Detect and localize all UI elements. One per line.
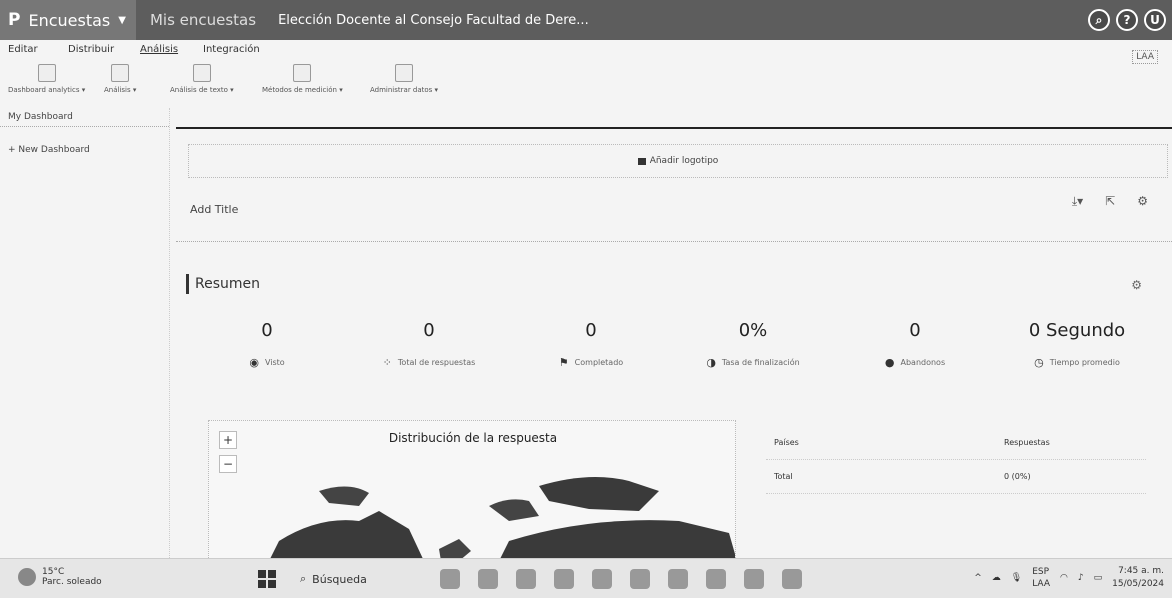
dashboard-sidebar: My Dashboard + New Dashboard <box>0 108 170 558</box>
battery-icon[interactable]: ▭ <box>1094 573 1103 583</box>
system-tray: ^ ☁ 🎙 ESP LAA ◠ ♪ ▭ 7:45 a. m. 15/05/202… <box>974 565 1164 591</box>
analysis-toolbar: Dashboard analytics ▾ Análisis ▾ Análisi… <box>0 64 1172 106</box>
menu-item-edit[interactable]: Editar <box>8 44 38 55</box>
image-icon <box>637 157 646 165</box>
windows-start-icon[interactable] <box>258 570 276 588</box>
app-icon[interactable] <box>782 569 802 589</box>
column-header-country[interactable]: Países <box>774 438 799 447</box>
summary-stats: 0 ◉ Visto 0 ⁘ Total de respuestas 0 ⚑ Compl… <box>176 320 1172 380</box>
app-icon[interactable] <box>630 569 650 589</box>
stat-completion-rate: 0% ◑ Tasa de finalización <box>706 320 800 369</box>
table-header: Países Respuestas <box>766 426 1146 460</box>
gear-icon[interactable]: ⚙ <box>1137 194 1148 209</box>
taskbar-search[interactable]: ⌕ Búsqueda <box>300 567 410 591</box>
clock[interactable]: 7:45 a. m. 15/05/2024 <box>1112 565 1164 591</box>
column-header-responses[interactable]: Respuestas <box>1004 438 1050 447</box>
response-map[interactable]: + − Distribución de la respuesta <box>208 420 736 560</box>
add-title-field[interactable]: Add Title <box>190 203 238 216</box>
tool-analysis[interactable]: Análisis ▾ <box>104 64 136 94</box>
stat-completed: 0 ⚑ Completado <box>558 320 624 369</box>
menu-item-integration[interactable]: Integración <box>203 44 260 55</box>
sidebar-item-my-dashboard[interactable]: My Dashboard <box>0 108 169 127</box>
main-menu: Editar Distribuir Análisis Integración <box>0 44 1172 60</box>
search-icon: ⌕ <box>300 572 307 585</box>
measurement-icon <box>293 64 312 82</box>
database-icon <box>395 64 414 82</box>
app-icon[interactable] <box>592 569 612 589</box>
brand-logo-icon: P <box>8 10 21 30</box>
chart-icon <box>111 64 130 82</box>
zoom-out-button[interactable]: − <box>219 455 237 473</box>
sidebar-item-new-dashboard[interactable]: + New Dashboard <box>0 141 169 159</box>
language-selector[interactable]: LAA <box>1132 50 1158 64</box>
dashboard-main: Añadir logotipo Add Title ⤓▾ ⇱ ⚙ Resumen… <box>176 108 1172 560</box>
add-logo-button[interactable]: Añadir logotipo <box>188 144 1168 178</box>
responses-by-country-table: Países Respuestas Total 0 (0%) <box>766 426 1146 494</box>
divider <box>176 127 1172 129</box>
tool-manage-data[interactable]: Administrar datos ▾ <box>370 64 438 94</box>
tool-measurement-methods[interactable]: Métodos de medición ▾ <box>262 64 343 94</box>
map-title: Distribución de la respuesta <box>388 431 558 445</box>
eye-icon: ◉ <box>249 356 259 369</box>
percent-circle-icon: ◑ <box>706 356 716 369</box>
download-icon[interactable]: ⤓▾ <box>1072 194 1083 209</box>
stat-total-responses: 0 ⁘ Total de respuestas <box>382 320 476 369</box>
app-icon[interactable] <box>440 569 460 589</box>
tool-text-analysis[interactable]: Análisis de texto ▾ <box>170 64 234 94</box>
help-icon[interactable]: ? <box>1116 9 1138 31</box>
app-icon[interactable] <box>516 569 536 589</box>
cloud-icon[interactable]: ☁ <box>992 573 1001 583</box>
product-switcher[interactable]: P Encuestas ▼ <box>0 0 136 40</box>
weather-widget[interactable]: 15°C Parc. soleado <box>18 567 102 587</box>
breadcrumb-my-surveys[interactable]: Mis encuestas <box>150 11 256 29</box>
volume-icon[interactable]: ♪ <box>1078 573 1084 583</box>
dashboard-icon <box>37 64 56 82</box>
clock-icon: ◷ <box>1034 356 1044 369</box>
product-name: Encuestas <box>28 10 111 30</box>
flag-icon: ⚑ <box>558 356 569 369</box>
pinned-apps <box>440 569 802 589</box>
search-icon[interactable]: ⌕ <box>1088 9 1110 31</box>
gear-icon[interactable]: ⚙ <box>1131 278 1142 292</box>
stat-average-time: 0 Segundo ◷ Tiempo promedio <box>1028 320 1126 369</box>
weather-icon <box>18 568 36 586</box>
app-icon[interactable] <box>744 569 764 589</box>
app-icon[interactable] <box>706 569 726 589</box>
wifi-icon[interactable]: ◠ <box>1060 573 1068 583</box>
grid-icon: ⁘ <box>382 356 392 369</box>
tool-dashboard-analytics[interactable]: Dashboard analytics ▾ <box>8 64 85 94</box>
menu-item-distribute[interactable]: Distribuir <box>68 44 114 55</box>
stat-abandoned: 0 ● Abandonos <box>884 320 946 369</box>
chevron-up-icon[interactable]: ^ <box>974 573 982 583</box>
section-title: Resumen <box>186 274 260 294</box>
menu-item-analysis[interactable]: Análisis <box>140 44 178 55</box>
mic-icon[interactable]: 🎙 <box>1011 573 1022 583</box>
abandon-icon: ● <box>884 356 895 369</box>
stat-viewed: 0 ◉ Visto <box>249 320 285 369</box>
top-bar: P Encuestas ▼ Mis encuestas Elección Doc… <box>0 0 1172 40</box>
country-cell: Total <box>774 472 793 481</box>
app-icon[interactable] <box>668 569 688 589</box>
app-icon[interactable] <box>478 569 498 589</box>
text-analysis-icon <box>192 64 211 82</box>
app-icon[interactable] <box>554 569 574 589</box>
user-avatar[interactable]: U <box>1144 9 1166 31</box>
breadcrumb-survey-title[interactable]: Elección Docente al Consejo Facultad de … <box>278 13 589 28</box>
input-language[interactable]: ESP LAA <box>1032 566 1050 590</box>
table-row: Total 0 (0%) <box>766 460 1146 494</box>
windows-taskbar: 15°C Parc. soleado ⌕ Búsqueda ^ ☁ 🎙 ESP … <box>0 558 1172 598</box>
responses-cell: 0 (0%) <box>1004 472 1031 481</box>
divider <box>176 241 1172 242</box>
share-icon[interactable]: ⇱ <box>1105 194 1115 209</box>
chevron-down-icon: ▼ <box>118 14 126 26</box>
